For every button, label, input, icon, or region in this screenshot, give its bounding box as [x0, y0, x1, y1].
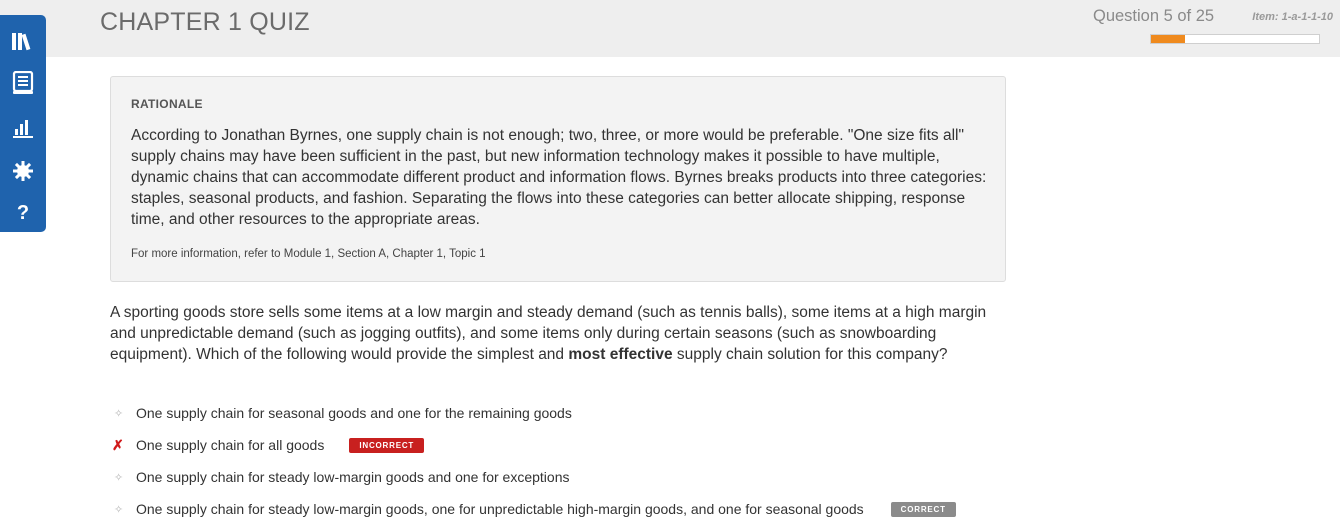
correct-badge: CORRECT	[890, 501, 956, 517]
stats-button[interactable]	[6, 111, 40, 145]
progress-fill	[1151, 35, 1185, 43]
rationale-panel: RATIONALE According to Jonathan Byrnes, …	[110, 76, 1006, 282]
settings-button[interactable]	[6, 154, 40, 188]
option-bullet-icon: ✧	[114, 407, 124, 420]
option-bullet-icon: ✧	[114, 503, 124, 516]
sidebar: ?	[0, 15, 46, 232]
answer-option[interactable]: ✧ One supply chain for steady low-margin…	[110, 497, 1010, 521]
bar-chart-icon	[13, 120, 33, 138]
notebook-icon	[12, 71, 34, 94]
answer-option[interactable]: ✧ One supply chain for seasonal goods an…	[110, 401, 1010, 425]
option-bullet-icon: ✧	[114, 471, 124, 484]
answer-option[interactable]: ✗ One supply chain for all goods INCORRE…	[110, 433, 1010, 457]
notebook-button[interactable]	[6, 66, 40, 100]
incorrect-x-icon: ✗	[112, 436, 124, 453]
question-emphasis: most effective	[568, 346, 673, 363]
option-label: One supply chain for all goods	[136, 437, 325, 453]
help-button[interactable]: ?	[6, 196, 40, 230]
page-title: CHAPTER 1 QUIZ	[100, 8, 310, 36]
option-label: One supply chain for steady low-margin g…	[136, 501, 864, 517]
library-button[interactable]	[6, 24, 40, 58]
item-id: Item: 1-a-1-1-10	[1252, 11, 1333, 23]
option-label: One supply chain for steady low-margin g…	[136, 469, 570, 485]
rationale-reference: For more information, refer to Module 1,…	[131, 248, 486, 260]
question-text-end: supply chain solution for this company?	[672, 346, 948, 363]
gear-icon	[13, 161, 33, 181]
library-icon	[12, 33, 31, 51]
question-counter: Question 5 of 25	[1093, 7, 1215, 25]
help-icon: ?	[16, 201, 30, 224]
option-label: One supply chain for seasonal goods and …	[136, 405, 572, 421]
rationale-heading: RATIONALE	[131, 97, 203, 111]
incorrect-badge: INCORRECT	[349, 437, 425, 453]
rationale-body: According to Jonathan Byrnes, one supply…	[131, 127, 987, 228]
quiz-header: CHAPTER 1 QUIZ Question 5 of 25 Item: 1-…	[0, 0, 1340, 57]
answer-option[interactable]: ✧ One supply chain for steady low-margin…	[110, 465, 1010, 489]
question-text: A sporting goods store sells some items …	[110, 302, 1010, 365]
progress-bar	[1150, 34, 1320, 44]
